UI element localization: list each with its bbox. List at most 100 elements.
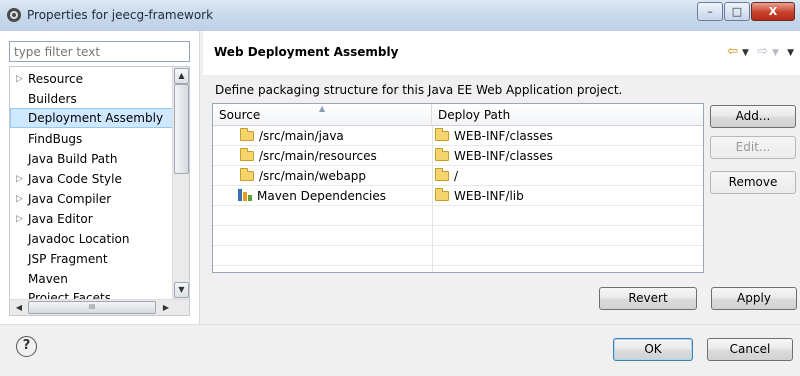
minimize-button[interactable]: – [697,2,723,21]
folder-icon [240,148,254,161]
tree-item-findbugs[interactable]: FindBugs [10,129,174,149]
tree-item-deployment-assembly[interactable]: Deployment Assembly [10,108,174,128]
source-cell: /src/main/webapp [240,166,366,186]
table-row-empty [213,226,703,246]
table-row-empty [213,246,703,266]
source-path: /src/main/java [259,129,344,143]
tree-item-jsp-fragment[interactable]: JSP Fragment [10,249,174,269]
tree-item-maven[interactable]: Maven [10,269,174,289]
tree-item-label: JSP Fragment [28,252,108,266]
tree-item-label: FindBugs [28,132,83,146]
sort-ascending-icon: ▲ [319,104,326,113]
tree-item-builders[interactable]: Builders [10,89,174,109]
add-button[interactable]: Add... [710,105,796,128]
source-cell: /src/main/resources [240,146,377,166]
source-path: /src/main/webapp [259,169,367,183]
tree-item-label: Java Compiler [28,192,112,206]
view-menu-chevron-icon[interactable]: ▼ [787,48,794,58]
page-content: Define packaging structure for this Java… [203,75,800,324]
table-row[interactable]: /src/main/java WEB-INF/classes [213,126,703,146]
tree-item-label: Java Editor [28,212,93,226]
apply-button[interactable]: Apply [711,287,797,310]
maven-library-icon [238,189,254,201]
source-cell: Maven Dependencies [238,186,386,206]
edit-button[interactable]: Edit... [710,136,796,159]
filter-input[interactable] [9,41,190,62]
deploy-path: / [454,169,459,183]
expand-arrow-icon[interactable]: ▷ [16,209,23,229]
column-header-deploy-path[interactable]: Deploy Path [432,104,703,126]
deploy-path: WEB-INF/classes [454,129,553,143]
column-header-source[interactable]: ▲ Source [213,104,432,126]
tree-vertical-scrollbar[interactable]: ▲ ▼ [172,67,189,300]
history-navigation: ⇦ ▼ ⇨ ▼ ▼ [723,44,794,59]
tree-item-java-build-path[interactable]: Java Build Path [10,149,174,169]
table-row[interactable]: /src/main/webapp / [213,166,703,186]
help-icon[interactable]: ? [16,336,37,357]
window-titlebar[interactable]: Properties for jeecg-framework – □ X [0,0,800,31]
tree-item-label: Java Code Style [28,172,122,186]
property-page-tree[interactable]: ▷ Resource Builders Deployment Assembly … [9,66,190,316]
tree-item-java-editor[interactable]: ▷ Java Editor [10,209,174,229]
source-cell: /src/main/java [240,126,344,146]
tree-item-label: Java Build Path [28,152,118,166]
tree-horizontal-scrollbar[interactable]: ◀ III ▶ [10,299,189,315]
back-arrow-icon[interactable]: ⇦ [727,44,738,59]
ok-button[interactable]: OK [613,338,693,361]
source-path: Maven Dependencies [257,189,387,203]
scroll-left-icon[interactable]: ◀ [11,300,27,315]
folder-icon [435,128,449,141]
table-header: ▲ Source Deploy Path [213,104,703,126]
deploy-path: WEB-INF/classes [454,149,553,163]
expand-arrow-icon[interactable]: ▷ [16,69,23,89]
scroll-down-icon[interactable]: ▼ [174,282,189,298]
assembly-table[interactable]: ▲ Source Deploy Path /src/main/java WEB-… [212,103,704,273]
tree-item-resource[interactable]: ▷ Resource [10,69,174,89]
back-menu-chevron-icon[interactable]: ▼ [742,48,749,58]
minimize-icon: – [707,5,713,18]
remove-button[interactable]: Remove [710,171,796,194]
eclipse-properties-icon [7,8,21,22]
folder-icon [240,168,254,181]
close-icon: X [768,5,778,18]
folder-icon [435,168,449,181]
page-title: Web Deployment Assembly [214,45,399,59]
tree-item-java-code-style[interactable]: ▷ Java Code Style [10,169,174,189]
scroll-thumb-horizontal[interactable]: III [28,301,156,314]
dialog-footer: ? OK Cancel [0,325,800,376]
tree-item-label: Deployment Assembly [28,111,164,125]
page-description: Define packaging structure for this Java… [215,83,623,97]
revert-button[interactable]: Revert [599,287,697,310]
folder-icon [240,128,254,141]
tree-item-label: Resource [28,72,84,86]
forward-arrow-icon[interactable]: ⇨ [757,44,768,59]
tree-item-java-compiler[interactable]: ▷ Java Compiler [10,189,174,209]
column-divider [432,126,433,272]
close-button[interactable]: X [751,2,795,21]
forward-menu-chevron-icon[interactable]: ▼ [772,48,779,58]
maximize-button[interactable]: □ [724,2,750,21]
table-row-empty [213,206,703,226]
table-row[interactable]: /src/main/resources WEB-INF/classes [213,146,703,166]
expand-arrow-icon[interactable]: ▷ [16,169,23,189]
window-title: Properties for jeecg-framework [27,8,214,22]
column-label: Source [219,108,261,122]
expand-arrow-icon[interactable]: ▷ [16,189,23,209]
column-label: Deploy Path [438,108,511,122]
deploy-path: WEB-INF/lib [454,189,524,203]
table-row[interactable]: Maven Dependencies WEB-INF/lib [213,186,703,206]
deploy-cell: / [435,166,458,186]
tree-item-label: Javadoc Location [28,232,130,246]
folder-icon [435,148,449,161]
tree-item-javadoc-location[interactable]: Javadoc Location [10,229,174,249]
scroll-right-icon[interactable]: ▶ [158,300,174,315]
tree-item-label: Maven [28,272,68,286]
cancel-button[interactable]: Cancel [707,338,793,361]
folder-icon [435,188,449,201]
page-header: Web Deployment Assembly ⇦ ▼ ⇨ ▼ ▼ [203,31,800,75]
scroll-thumb[interactable] [174,84,189,174]
tree-item-label: Builders [28,92,77,106]
source-path: /src/main/resources [259,149,377,163]
scroll-up-icon[interactable]: ▲ [174,68,189,84]
scroll-grip-icon: III [88,303,96,311]
